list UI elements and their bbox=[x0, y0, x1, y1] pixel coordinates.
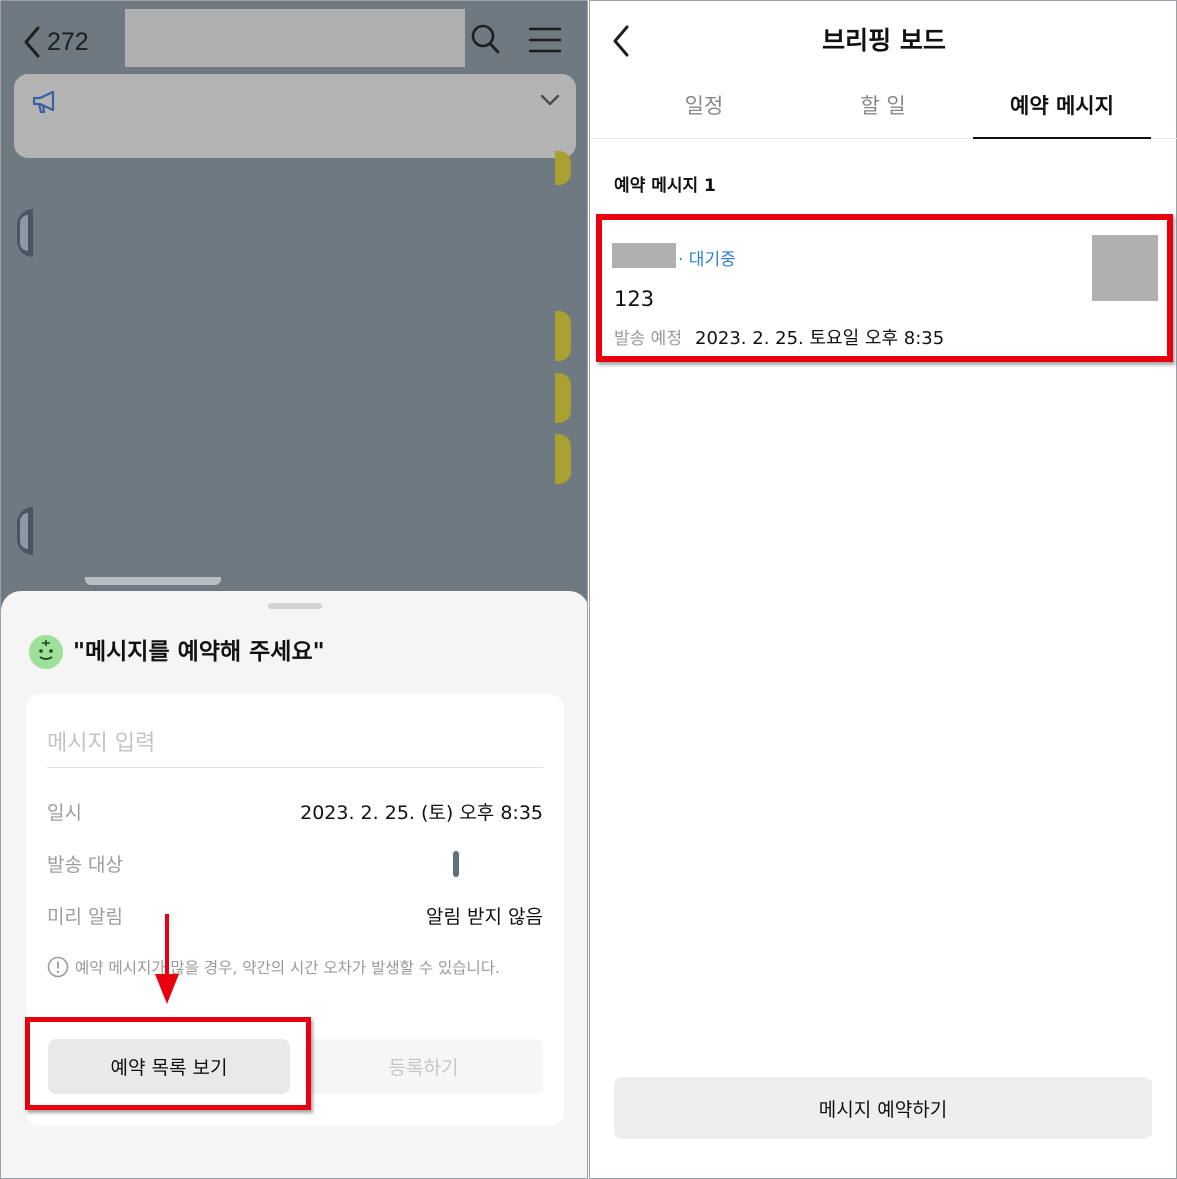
chat-screen-left: 272 "메시지를 예약해 주세요" 일시 2023. 2. 25. (토) 오… bbox=[0, 0, 588, 1179]
tab-bar: 일정 할 일 예약 메시지 bbox=[590, 81, 1177, 139]
back-button[interactable]: 272 bbox=[23, 25, 89, 59]
avatar bbox=[17, 209, 33, 257]
recipient-avatar bbox=[453, 851, 459, 877]
chat-bubble bbox=[85, 577, 221, 585]
highlight-box-scheduled-item bbox=[596, 214, 1173, 362]
reminder-value: 알림 받지 않음 bbox=[426, 906, 543, 928]
time-error-notice: 예약 메시지가 많을 경우, 약간의 시간 오차가 발생할 수 있습니다. bbox=[47, 956, 543, 978]
pinned-notice-bar[interactable] bbox=[14, 74, 576, 158]
chat-header: 272 bbox=[1, 1, 587, 81]
chat-bubble bbox=[555, 151, 571, 185]
tab-todo[interactable]: 할 일 bbox=[794, 81, 972, 139]
schedule-message-button[interactable]: 메시지 예약하기 bbox=[614, 1077, 1152, 1139]
register-button[interactable]: 등록하기 bbox=[304, 1039, 543, 1094]
page-title: 브리핑 보드 bbox=[822, 26, 946, 55]
unread-count: 272 bbox=[47, 27, 89, 56]
sheet-drag-handle[interactable] bbox=[268, 603, 322, 609]
datetime-row[interactable]: 일시 2023. 2. 25. (토) 오후 8:35 bbox=[47, 798, 543, 828]
datetime-label: 일시 bbox=[47, 802, 82, 824]
notice-text: 예약 메시지가 많을 경우, 약간의 시간 오차가 발생할 수 있습니다. bbox=[75, 959, 500, 977]
recipient-row[interactable]: 발송 대상 bbox=[47, 850, 543, 880]
highlight-box-view-list bbox=[25, 1017, 311, 1110]
section-title: 예약 메시지 1 bbox=[614, 176, 716, 196]
info-icon bbox=[47, 956, 69, 978]
message-input[interactable] bbox=[47, 720, 543, 768]
chevron-down-icon[interactable] bbox=[540, 94, 560, 106]
chat-title-redacted bbox=[125, 9, 465, 67]
reminder-row[interactable]: 미리 알림 알림 받지 않음 bbox=[47, 902, 543, 932]
briefing-board-screen: 브리핑 보드 일정 할 일 예약 메시지 예약 메시지 1 · 대기중 123 … bbox=[589, 0, 1177, 1179]
chat-bubble bbox=[555, 373, 571, 423]
datetime-value: 2023. 2. 25. (토) 오후 8:35 bbox=[300, 802, 543, 824]
megaphone-icon bbox=[32, 90, 55, 114]
tab-scheduled-messages[interactable]: 예약 메시지 bbox=[973, 81, 1151, 139]
emoji-icon bbox=[29, 635, 63, 669]
menu-icon[interactable] bbox=[529, 27, 561, 53]
reminder-label: 미리 알림 bbox=[47, 906, 123, 928]
arrow-down-icon bbox=[155, 914, 179, 1004]
tab-schedule[interactable]: 일정 bbox=[615, 81, 793, 139]
search-icon[interactable] bbox=[471, 23, 501, 55]
recipient-label: 발송 대상 bbox=[47, 854, 123, 876]
chat-bubble bbox=[555, 434, 571, 484]
back-icon bbox=[24, 26, 40, 58]
avatar bbox=[17, 507, 33, 555]
sheet-title: "메시지를 예약해 주세요" bbox=[73, 639, 325, 665]
chat-bubble bbox=[555, 311, 571, 361]
